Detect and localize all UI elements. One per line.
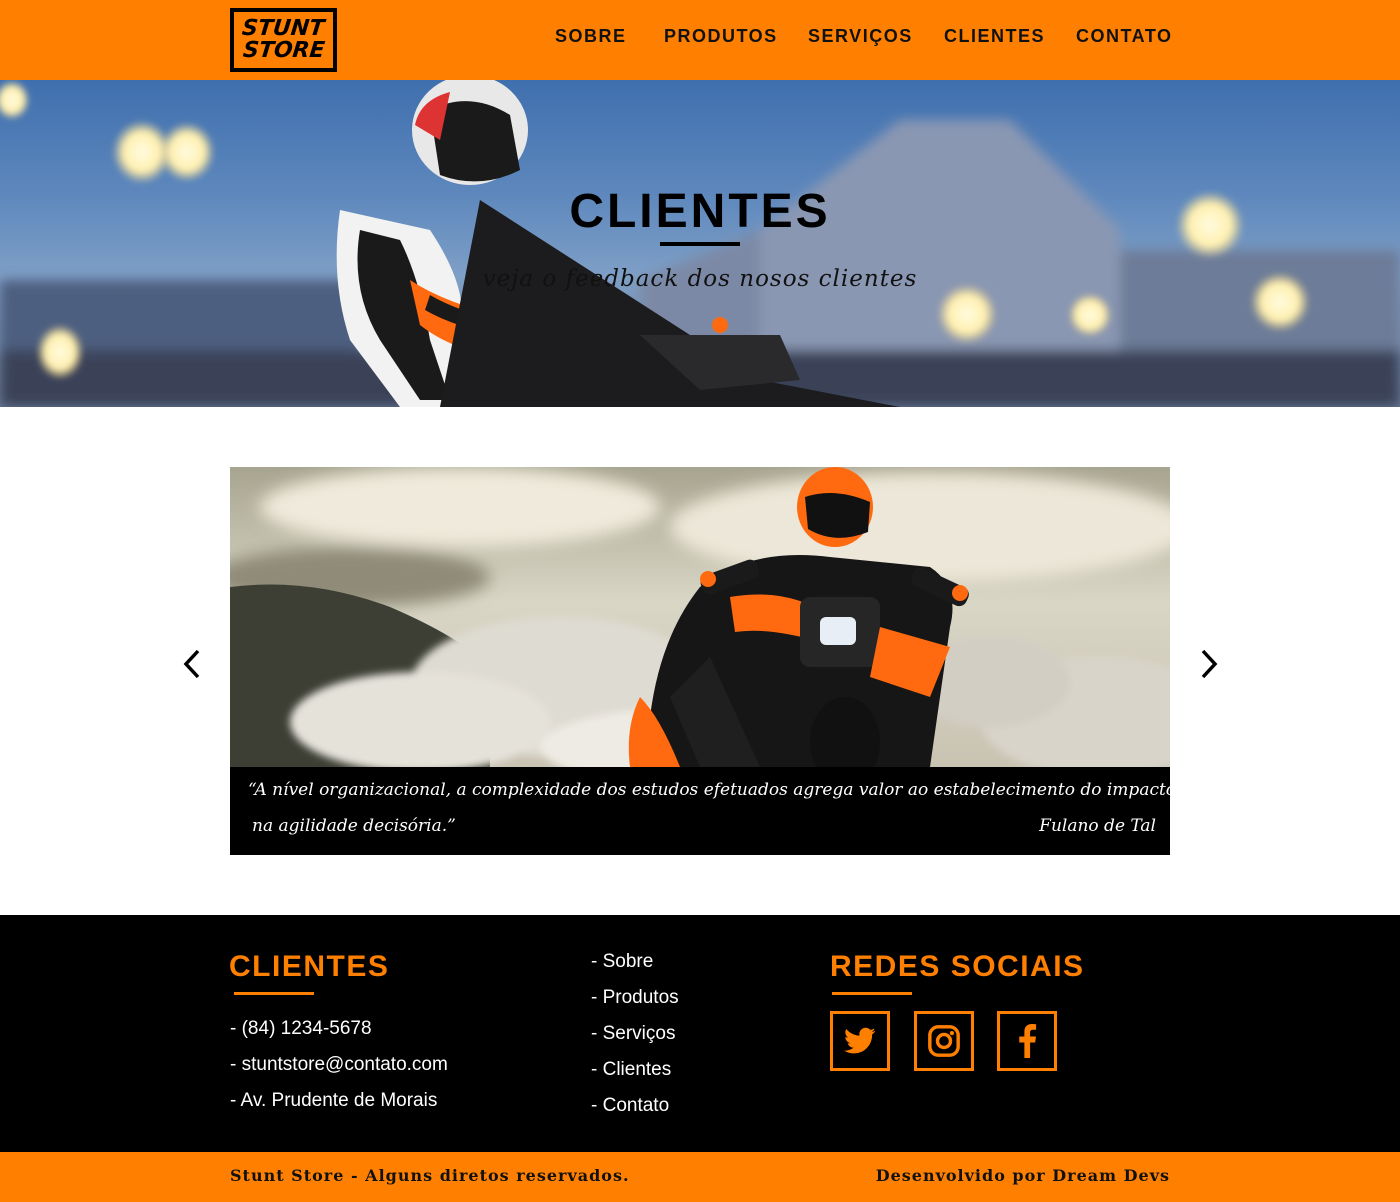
footer-address: - Av. Prudente de Morais <box>230 1090 438 1111</box>
footer-link-servicos[interactable]: - Serviços <box>591 1023 675 1045</box>
hero-title-underline <box>660 242 740 246</box>
testimonial-slide-image <box>230 467 1170 767</box>
hero-title: CLIENTES <box>569 185 831 238</box>
footer-social-title-underline <box>832 992 912 995</box>
stunt-store-logo[interactable]: STUNT STORE <box>230 8 337 72</box>
hero-subtitle: veja o feedback dos nosos clientes <box>482 266 918 292</box>
footer-contact-title: CLIENTES <box>229 950 390 983</box>
footer-contact-title-underline <box>234 992 314 995</box>
top-navbar: STUNT STORE SOBRE PRODUTOS SERVIÇOS CLIE… <box>0 0 1400 80</box>
twitter-button[interactable] <box>830 1011 890 1071</box>
testimonial-quote-line-1: “A nível organizacional, a complexidade … <box>248 780 1177 800</box>
testimonial-quote-line-2: na agilidade decisória.” <box>252 816 456 836</box>
footer-phone: - (84) 1234-5678 <box>230 1018 372 1039</box>
footer-link-produtos[interactable]: - Produtos <box>591 987 679 1009</box>
testimonial-caption: “A nível organizacional, a complexidade … <box>230 767 1176 855</box>
nav-link-produtos[interactable]: PRODUTOS <box>664 26 778 47</box>
nav-link-servicos[interactable]: SERVIÇOS <box>808 26 913 47</box>
credits-text: Desenvolvido por Dream Devs <box>875 1166 1170 1185</box>
facebook-icon <box>1019 1024 1037 1058</box>
testimonial-carousel: “A nível organizacional, a complexidade … <box>230 467 1176 855</box>
bottom-bar: Stunt Store - Alguns diretos reservados.… <box>0 1152 1400 1202</box>
nav-link-clientes[interactable]: CLIENTES <box>944 26 1045 47</box>
nav-link-contato[interactable]: CONTATO <box>1076 26 1173 47</box>
footer-email: - stuntstore@contato.com <box>230 1054 448 1075</box>
chevron-left-icon[interactable] <box>180 647 204 681</box>
site-footer: CLIENTES - (84) 1234-5678 - stuntstore@c… <box>0 915 1400 1152</box>
testimonial-author: Fulano de Tal <box>1039 816 1156 836</box>
footer-link-clientes[interactable]: - Clientes <box>591 1059 671 1081</box>
footer-link-contato[interactable]: - Contato <box>591 1095 669 1117</box>
instagram-button[interactable] <box>914 1011 974 1071</box>
footer-social-title: REDES SOCIAIS <box>830 950 1085 983</box>
nav-link-sobre[interactable]: SOBRE <box>555 26 627 47</box>
hero-banner: CLIENTES veja o feedback dos nosos clien… <box>0 80 1400 407</box>
instagram-icon <box>928 1025 960 1057</box>
copyright-text: Stunt Store - Alguns diretos reservados. <box>230 1166 630 1185</box>
logo-line-1: STUNT <box>241 16 326 41</box>
facebook-button[interactable] <box>997 1011 1057 1071</box>
footer-link-sobre[interactable]: - Sobre <box>591 951 653 973</box>
chevron-right-icon[interactable] <box>1197 647 1221 681</box>
logo-line-2: STORE <box>241 38 326 63</box>
twitter-icon <box>844 1027 876 1054</box>
